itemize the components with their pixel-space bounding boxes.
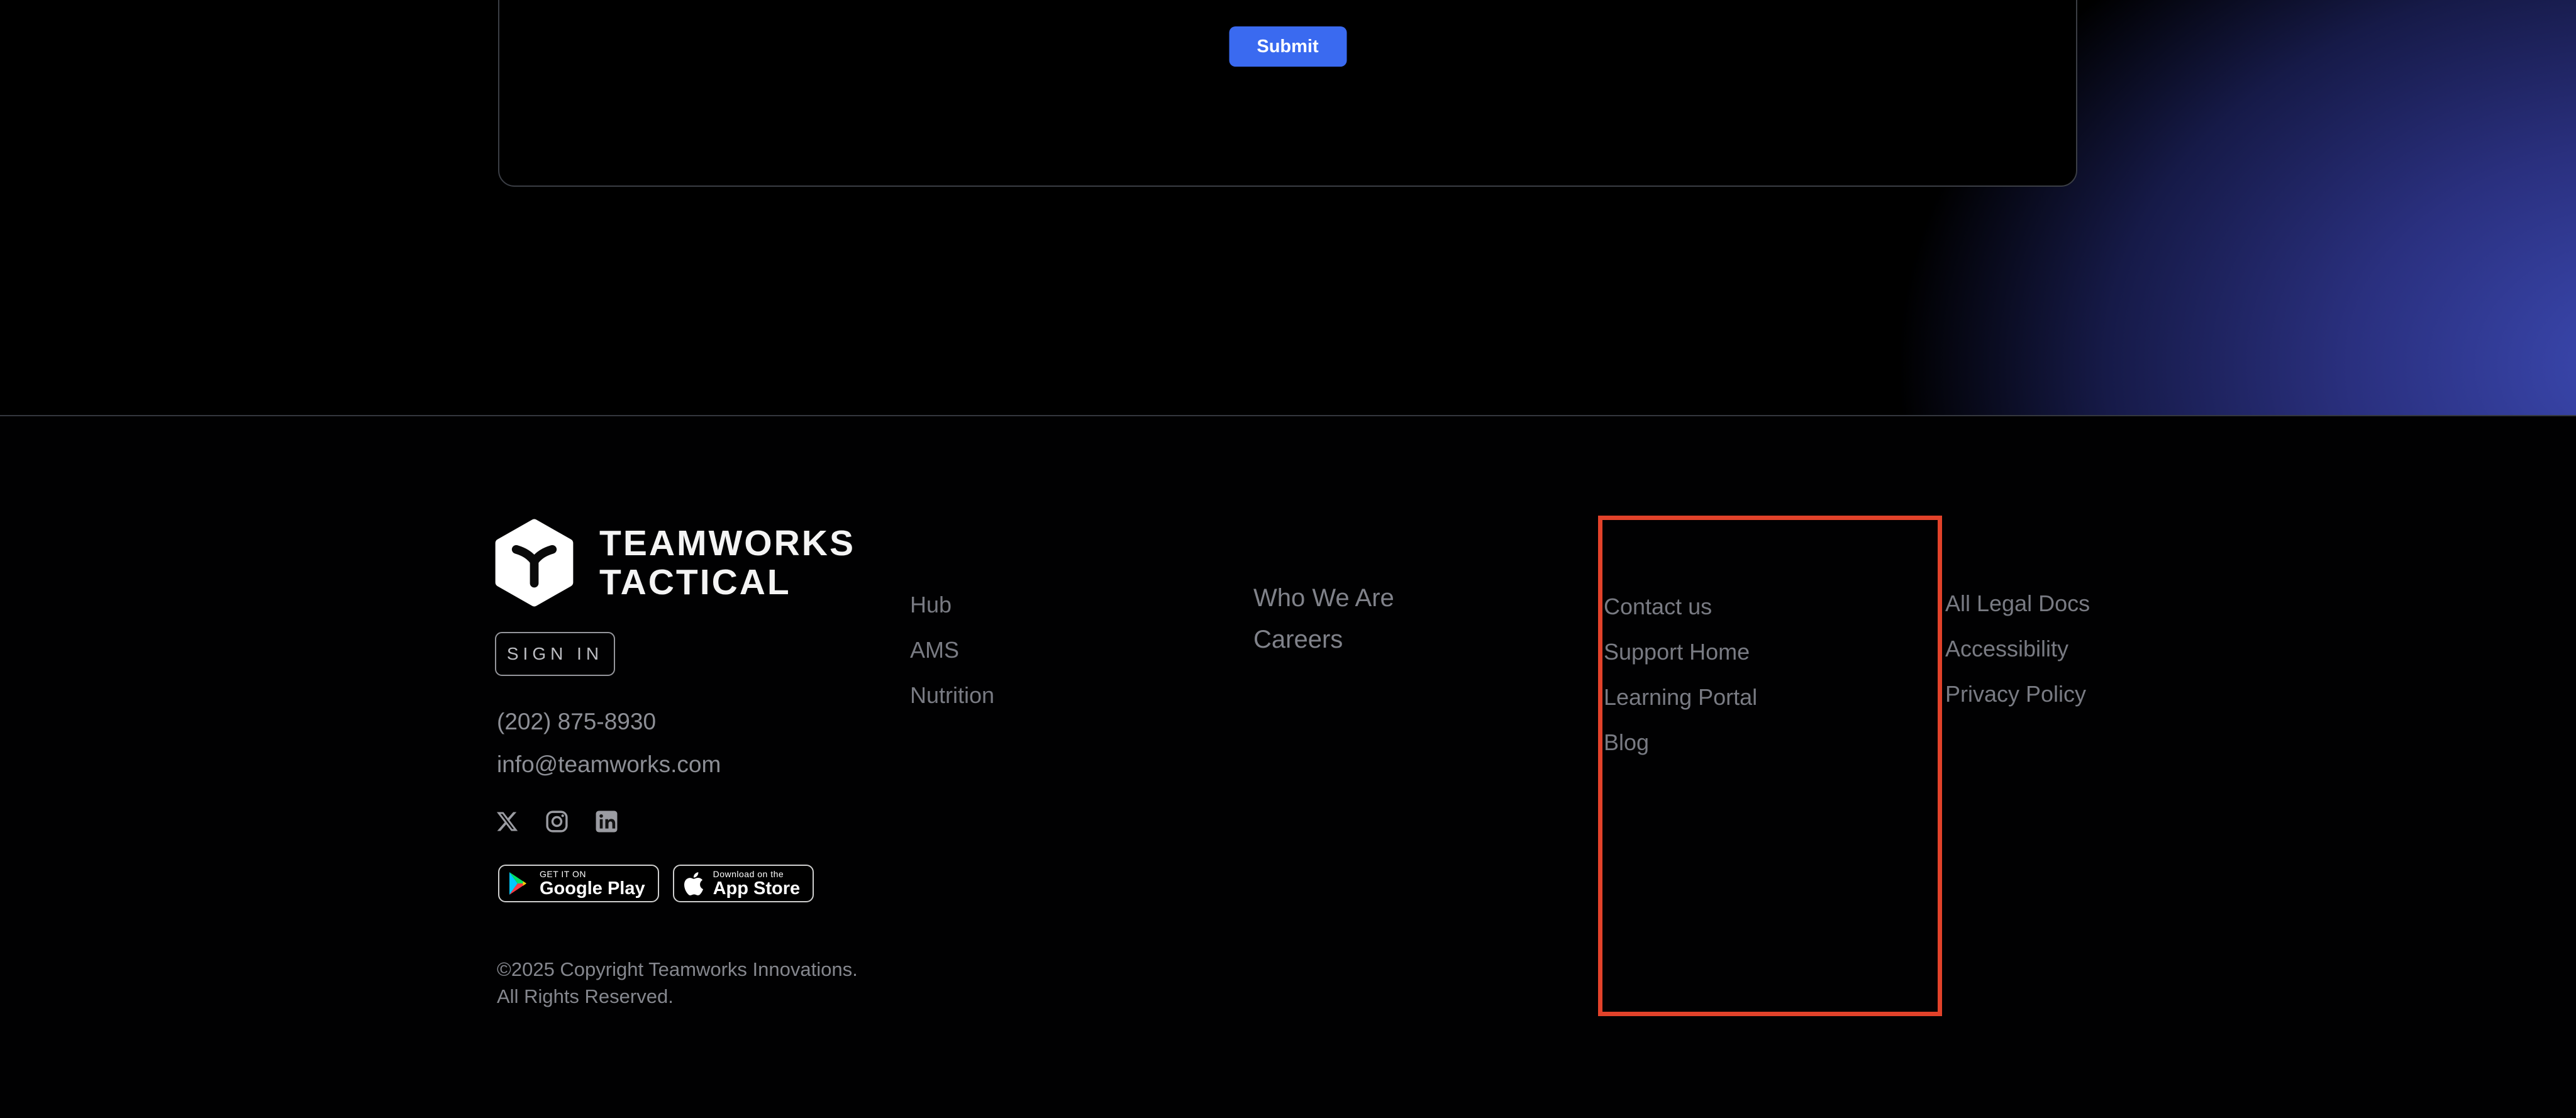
footer-link-privacy-policy[interactable]: Privacy Policy [1945, 680, 2090, 708]
footer-link-who-we-are[interactable]: Who We Are [1253, 583, 1394, 613]
google-play-tagline: GET IT ON [540, 869, 645, 879]
footer-link-support-home[interactable]: Support Home [1604, 638, 1757, 666]
linkedin-icon[interactable] [595, 810, 618, 833]
x-twitter-icon[interactable] [496, 810, 519, 833]
footer-link-learning-portal[interactable]: Learning Portal [1604, 684, 1757, 711]
teamworks-hexagon-icon [493, 519, 575, 607]
footer-column-company: Who We Are Careers [1253, 583, 1394, 666]
brand-line-1: TEAMWORKS [599, 524, 855, 563]
social-links [496, 809, 618, 834]
footer-link-all-legal-docs[interactable]: All Legal Docs [1945, 590, 2090, 617]
app-store-badge[interactable]: Download on the App Store [673, 865, 814, 902]
instagram-icon[interactable] [544, 809, 570, 834]
footer-link-blog[interactable]: Blog [1604, 729, 1757, 756]
copyright-line-2: All Rights Reserved. [497, 983, 858, 1010]
copyright-line-1: ©2025 Copyright Teamworks Innovations. [497, 956, 858, 983]
footer-column-product: Hub AMS Nutrition [910, 591, 994, 727]
form-card: Submit [498, 0, 2077, 187]
footer-column-legal: All Legal Docs Accessibility Privacy Pol… [1945, 590, 2090, 726]
google-play-label: Google Play [540, 879, 645, 899]
submit-button[interactable]: Submit [1229, 26, 1346, 67]
footer-link-accessibility[interactable]: Accessibility [1945, 635, 2090, 663]
footer-link-ams[interactable]: AMS [910, 636, 994, 664]
footer-column-support: Contact us Support Home Learning Portal … [1604, 593, 1757, 774]
footer-link-hub[interactable]: Hub [910, 591, 994, 619]
brand-logo[interactable]: TEAMWORKS TACTICAL [493, 519, 855, 607]
footer: TEAMWORKS TACTICAL SIGN IN (202) 875-893… [0, 416, 2576, 1118]
copyright: ©2025 Copyright Teamworks Innovations. A… [497, 956, 858, 1010]
app-store-tagline: Download on the [713, 869, 801, 879]
google-play-badge[interactable]: GET IT ON Google Play [498, 865, 659, 902]
footer-link-careers[interactable]: Careers [1253, 624, 1394, 655]
sign-in-button[interactable]: SIGN IN [495, 632, 615, 676]
google-play-icon [509, 872, 530, 895]
email-link[interactable]: info@teamworks.com [497, 751, 721, 778]
pre-footer-section: Submit [0, 0, 2576, 416]
phone-link[interactable]: (202) 875-8930 [497, 709, 656, 735]
brand-line-2: TACTICAL [599, 563, 855, 602]
footer-link-nutrition[interactable]: Nutrition [910, 682, 994, 709]
brand-wordmark: TEAMWORKS TACTICAL [599, 524, 855, 602]
apple-icon [684, 872, 703, 895]
page: Submit TEAMWORKS TACTICAL SI [0, 0, 2576, 1118]
app-store-label: App Store [713, 879, 801, 899]
store-badges: GET IT ON Google Play Download on the Ap… [498, 865, 814, 902]
footer-link-contact-us[interactable]: Contact us [1604, 593, 1757, 621]
